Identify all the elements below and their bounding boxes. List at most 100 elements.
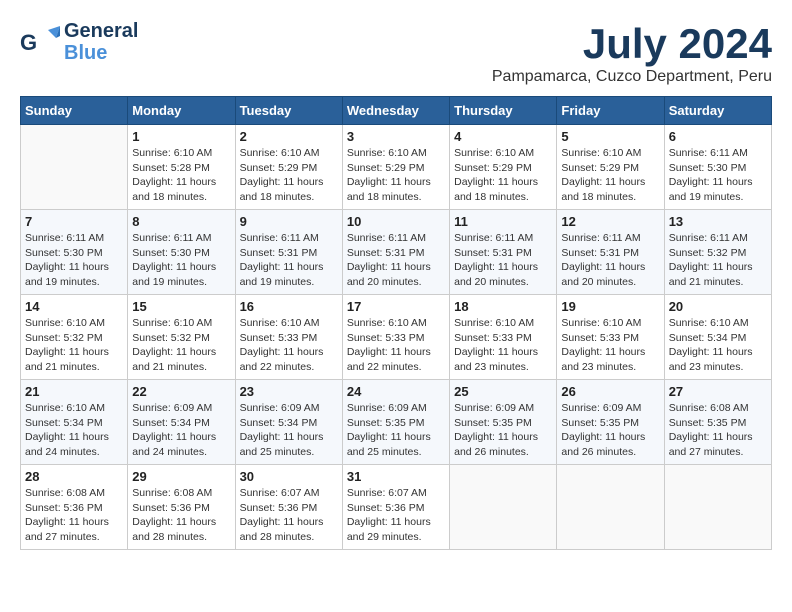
calendar-cell: 16 Sunrise: 6:10 AM Sunset: 5:33 PM Dayli… (235, 295, 342, 380)
calendar-cell: 24 Sunrise: 6:09 AM Sunset: 5:35 PM Dayli… (342, 380, 449, 465)
calendar-cell: 23 Sunrise: 6:09 AM Sunset: 5:34 PM Dayli… (235, 380, 342, 465)
day-number: 18 (454, 299, 552, 314)
calendar-cell: 29Sunrise: 6:08 AM Sunset: 5:36 PM Dayli… (128, 465, 235, 550)
calendar-cell (21, 125, 128, 210)
day-info: Sunrise: 6:10 AM Sunset: 5:32 PM Dayligh… (25, 316, 123, 375)
day-info: Sunrise: 6:10 AM Sunset: 5:33 PM Dayligh… (561, 316, 659, 375)
day-number: 21 (25, 384, 123, 399)
day-number: 28 (25, 469, 123, 484)
week-row-4: 21 Sunrise: 6:10 AM Sunset: 5:34 PM Dayli… (21, 380, 772, 465)
calendar-cell: 7 Sunrise: 6:11 AM Sunset: 5:30 PM Daylig… (21, 210, 128, 295)
day-number: 6 (669, 129, 767, 144)
day-number: 15 (132, 299, 230, 314)
calendar-cell: 22 Sunrise: 6:09 AM Sunset: 5:34 PM Dayli… (128, 380, 235, 465)
day-number: 22 (132, 384, 230, 399)
day-info: Sunrise: 6:10 AM Sunset: 5:28 PM Dayligh… (132, 146, 230, 205)
day-info: Sunrise: 6:10 AM Sunset: 5:29 PM Dayligh… (347, 146, 445, 205)
day-number: 25 (454, 384, 552, 399)
day-info: Sunrise: 6:10 AM Sunset: 5:33 PM Dayligh… (347, 316, 445, 375)
day-info: Sunrise: 6:09 AM Sunset: 5:35 PM Dayligh… (347, 401, 445, 460)
day-info: Sunrise: 6:07 AM Sunset: 5:36 PM Dayligh… (240, 486, 338, 545)
day-number: 12 (561, 214, 659, 229)
day-info: Sunrise: 6:10 AM Sunset: 5:33 PM Dayligh… (454, 316, 552, 375)
day-number: 31 (347, 469, 445, 484)
day-info: Sunrise: 6:08 AM Sunset: 5:36 PM Dayligh… (25, 486, 123, 545)
day-header-sunday: Sunday (21, 97, 128, 125)
day-info: Sunrise: 6:10 AM Sunset: 5:34 PM Dayligh… (669, 316, 767, 375)
day-header-saturday: Saturday (664, 97, 771, 125)
calendar-cell: 13 Sunrise: 6:11 AM Sunset: 5:32 PM Dayli… (664, 210, 771, 295)
day-info: Sunrise: 6:11 AM Sunset: 5:31 PM Dayligh… (240, 231, 338, 290)
day-info: Sunrise: 6:11 AM Sunset: 5:31 PM Dayligh… (561, 231, 659, 290)
day-number: 16 (240, 299, 338, 314)
calendar-cell: 14Sunrise: 6:10 AM Sunset: 5:32 PM Dayli… (21, 295, 128, 380)
calendar-cell: 25 Sunrise: 6:09 AM Sunset: 5:35 PM Dayli… (450, 380, 557, 465)
logo-general: General (64, 20, 138, 42)
calendar-cell: 18 Sunrise: 6:10 AM Sunset: 5:33 PM Dayli… (450, 295, 557, 380)
day-header-tuesday: Tuesday (235, 97, 342, 125)
calendar-cell: 17Sunrise: 6:10 AM Sunset: 5:33 PM Dayli… (342, 295, 449, 380)
day-number: 8 (132, 214, 230, 229)
calendar-cell: 26 Sunrise: 6:09 AM Sunset: 5:35 PM Dayli… (557, 380, 664, 465)
logo-blue: Blue (64, 42, 138, 64)
calendar-cell: 3 Sunrise: 6:10 AM Sunset: 5:29 PM Daylig… (342, 125, 449, 210)
day-info: Sunrise: 6:11 AM Sunset: 5:30 PM Dayligh… (25, 231, 123, 290)
day-number: 24 (347, 384, 445, 399)
days-header-row: SundayMondayTuesdayWednesdayThursdayFrid… (21, 97, 772, 125)
day-number: 20 (669, 299, 767, 314)
day-info: Sunrise: 6:11 AM Sunset: 5:31 PM Dayligh… (347, 231, 445, 290)
week-row-3: 14Sunrise: 6:10 AM Sunset: 5:32 PM Dayli… (21, 295, 772, 380)
day-number: 10 (347, 214, 445, 229)
day-header-thursday: Thursday (450, 97, 557, 125)
day-info: Sunrise: 6:11 AM Sunset: 5:31 PM Dayligh… (454, 231, 552, 290)
day-number: 7 (25, 214, 123, 229)
day-number: 1 (132, 129, 230, 144)
calendar-table: SundayMondayTuesdayWednesdayThursdayFrid… (20, 96, 772, 550)
day-number: 27 (669, 384, 767, 399)
day-header-wednesday: Wednesday (342, 97, 449, 125)
calendar-cell: 30 Sunrise: 6:07 AM Sunset: 5:36 PM Dayli… (235, 465, 342, 550)
day-number: 23 (240, 384, 338, 399)
calendar-cell: 4 Sunrise: 6:10 AM Sunset: 5:29 PM Daylig… (450, 125, 557, 210)
day-info: Sunrise: 6:11 AM Sunset: 5:30 PM Dayligh… (132, 231, 230, 290)
day-info: Sunrise: 6:09 AM Sunset: 5:34 PM Dayligh… (240, 401, 338, 460)
calendar-cell: 5Sunrise: 6:10 AM Sunset: 5:29 PM Daylig… (557, 125, 664, 210)
calendar-cell: 21 Sunrise: 6:10 AM Sunset: 5:34 PM Dayli… (21, 380, 128, 465)
day-header-monday: Monday (128, 97, 235, 125)
day-number: 19 (561, 299, 659, 314)
day-info: Sunrise: 6:11 AM Sunset: 5:32 PM Dayligh… (669, 231, 767, 290)
day-number: 13 (669, 214, 767, 229)
calendar-cell (557, 465, 664, 550)
location: Pampamarca, Cuzco Department, Peru (492, 68, 772, 86)
day-number: 2 (240, 129, 338, 144)
calendar-cell: 28 Sunrise: 6:08 AM Sunset: 5:36 PM Dayli… (21, 465, 128, 550)
calendar-cell: 9 Sunrise: 6:11 AM Sunset: 5:31 PM Daylig… (235, 210, 342, 295)
month-title: July 2024 (492, 20, 772, 68)
day-number: 11 (454, 214, 552, 229)
day-number: 3 (347, 129, 445, 144)
day-number: 4 (454, 129, 552, 144)
title-block: July 2024 Pampamarca, Cuzco Department, … (492, 20, 772, 86)
day-number: 26 (561, 384, 659, 399)
day-info: Sunrise: 6:10 AM Sunset: 5:29 PM Dayligh… (454, 146, 552, 205)
day-info: Sunrise: 6:10 AM Sunset: 5:33 PM Dayligh… (240, 316, 338, 375)
week-row-1: 1 Sunrise: 6:10 AM Sunset: 5:28 PM Daylig… (21, 125, 772, 210)
day-number: 30 (240, 469, 338, 484)
week-row-2: 7 Sunrise: 6:11 AM Sunset: 5:30 PM Daylig… (21, 210, 772, 295)
day-info: Sunrise: 6:09 AM Sunset: 5:35 PM Dayligh… (454, 401, 552, 460)
day-info: Sunrise: 6:10 AM Sunset: 5:29 PM Dayligh… (240, 146, 338, 205)
day-info: Sunrise: 6:11 AM Sunset: 5:30 PM Dayligh… (669, 146, 767, 205)
day-info: Sunrise: 6:09 AM Sunset: 5:35 PM Dayligh… (561, 401, 659, 460)
day-info: Sunrise: 6:09 AM Sunset: 5:34 PM Dayligh… (132, 401, 230, 460)
calendar-cell: 8 Sunrise: 6:11 AM Sunset: 5:30 PM Daylig… (128, 210, 235, 295)
svg-text:G: G (20, 30, 37, 55)
calendar-cell: 2 Sunrise: 6:10 AM Sunset: 5:29 PM Daylig… (235, 125, 342, 210)
day-info: Sunrise: 6:08 AM Sunset: 5:36 PM Dayligh… (132, 486, 230, 545)
calendar-cell: 12 Sunrise: 6:11 AM Sunset: 5:31 PM Dayli… (557, 210, 664, 295)
calendar-cell: 27 Sunrise: 6:08 AM Sunset: 5:35 PM Dayli… (664, 380, 771, 465)
day-info: Sunrise: 6:10 AM Sunset: 5:34 PM Dayligh… (25, 401, 123, 460)
day-number: 9 (240, 214, 338, 229)
calendar-cell: 20 Sunrise: 6:10 AM Sunset: 5:34 PM Dayli… (664, 295, 771, 380)
calendar-cell: 1 Sunrise: 6:10 AM Sunset: 5:28 PM Daylig… (128, 125, 235, 210)
day-info: Sunrise: 6:08 AM Sunset: 5:35 PM Dayligh… (669, 401, 767, 460)
